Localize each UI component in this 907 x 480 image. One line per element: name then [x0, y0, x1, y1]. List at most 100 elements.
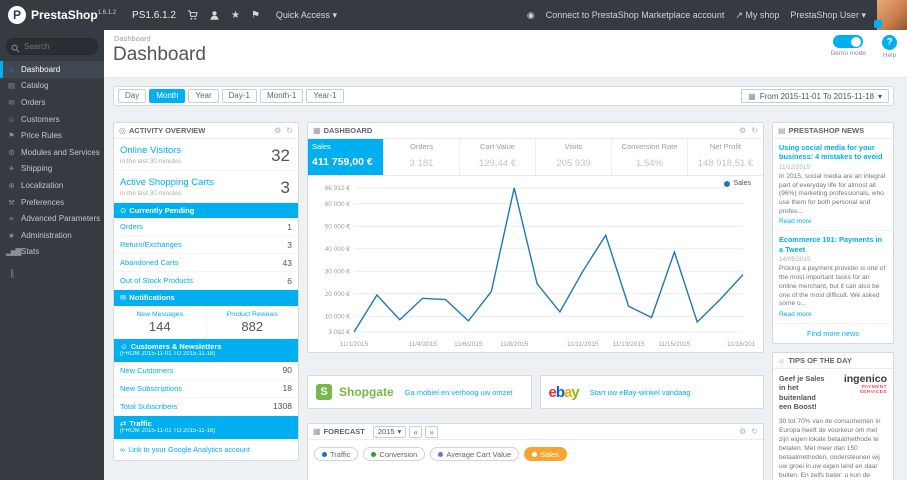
cart-icon[interactable] — [187, 9, 198, 21]
customers-row-total-subscribers: Total Subscribers 1308 — [114, 398, 298, 416]
average-cart-value-dot-icon — [438, 451, 444, 457]
quick-access-menu[interactable]: Quick Access ▾ — [276, 10, 337, 21]
read-more-link[interactable]: Read more — [779, 218, 887, 225]
tips-headline: Geef je Sales in het buitenland een Boos… — [779, 373, 825, 412]
demo-mode-toggle[interactable] — [833, 35, 864, 48]
ebay-link[interactable]: Start uw eBay-winkel vandaag — [590, 388, 691, 397]
kpi-cart-value[interactable]: Cart Value 129,44 € — [460, 139, 536, 175]
svg-text:10 000 €: 10 000 € — [325, 314, 351, 321]
filter-year-1-button[interactable]: Year-1 — [306, 89, 344, 103]
gear-icon[interactable]: ⚙ — [274, 126, 281, 135]
forecast-legend-sales[interactable]: Sales — [524, 447, 567, 461]
news-article-date: 11/12/2015 — [779, 163, 811, 171]
collapse-sidebar-button[interactable]: ∥ — [0, 260, 104, 287]
customers-icon: ☺ — [7, 114, 16, 124]
forecast-year-select[interactable]: 2015 ▾ — [372, 425, 407, 438]
user-menu[interactable]: PrestaShop User ▾ — [790, 10, 866, 21]
refresh-icon[interactable]: ↻ — [751, 126, 758, 135]
news-article: Ecommerce 101: Payments in a Tweet 14/05… — [773, 231, 893, 324]
chevron-down-icon: ▾ — [861, 9, 866, 20]
bullhorn-icon[interactable]: ⚑ — [251, 10, 260, 21]
sidebar-item-advanced-parameters[interactable]: ≡ Advanced Parameters — [0, 210, 104, 227]
sidebar-item-shipping[interactable]: ✈ Shipping — [0, 161, 104, 178]
filter-month-1-button[interactable]: Month-1 — [259, 89, 304, 103]
svg-text:50 000 €: 50 000 € — [325, 223, 351, 230]
google-analytics-link[interactable]: ∞ Link to your Google Analytics account — [114, 439, 298, 460]
forecast-legend-average-cart-value[interactable]: Average Cart Value — [430, 447, 520, 461]
connect-marketplace-link[interactable]: Connect to PrestaShop Marketplace accoun… — [546, 10, 725, 20]
page-title: Dashboard — [113, 44, 206, 65]
gear-icon[interactable]: ⚙ — [739, 126, 746, 135]
svg-text:11/18/2015: 11/18/2015 — [727, 341, 755, 348]
breadcrumb[interactable]: Dashboard — [114, 34, 151, 43]
sidebar-item-customers[interactable]: ☺ Customers — [0, 111, 104, 128]
kpi-sales[interactable]: Sales 411 759,00 € — [308, 139, 384, 175]
forecast-next-button[interactable]: » — [425, 425, 439, 438]
sidebar-item-preferences[interactable]: ⚒ Preferences — [0, 194, 104, 211]
shopgate-link[interactable]: Ga mobiel en verhoog uw omzet — [405, 388, 513, 397]
refresh-icon[interactable]: ↻ — [751, 427, 758, 436]
active-carts-link[interactable]: Active Shopping Carts — [120, 177, 292, 188]
advanced-parameters-icon: ≡ — [9, 214, 13, 224]
date-range-picker[interactable]: ▦ From 2015-11-01 To 2015-11-18 ▾ — [741, 89, 889, 103]
main-content: Dashboard Dashboard Demo mode ? Help Day… — [104, 30, 907, 480]
forecast-panel-title: FORECAST — [323, 427, 365, 436]
kpi-conversion-rate[interactable]: Conversion Rate 1.54% — [612, 139, 688, 175]
activity-icon: ◎ — [119, 126, 126, 135]
calendar-icon: ▦ — [748, 91, 756, 101]
forecast-grid-icon: ▦ — [313, 427, 321, 436]
price-rules-icon: ⚑ — [8, 131, 15, 141]
external-link-icon: ↗ — [735, 9, 743, 20]
kpi-visits[interactable]: Visits 205 939 — [536, 139, 612, 175]
sidebar-item-catalog[interactable]: ▤ Catalog — [0, 78, 104, 95]
shop-name[interactable]: PS1.6.1.2 — [132, 10, 176, 21]
sales-dot-icon — [532, 451, 538, 457]
filter-year-button[interactable]: Year — [188, 89, 219, 103]
find-more-news-link[interactable]: Find more news — [773, 324, 893, 343]
star-icon[interactable]: ★ — [231, 10, 240, 21]
online-visitors-link[interactable]: Online Visitors — [120, 145, 292, 156]
active-carts-value: 3 — [280, 178, 290, 197]
envelope-icon: ✉ — [120, 293, 127, 303]
my-shop-link[interactable]: ↗ My shop — [735, 10, 779, 21]
refresh-icon[interactable]: ↻ — [286, 126, 293, 135]
help-button[interactable]: ? — [882, 35, 897, 50]
catalog-icon: ▤ — [7, 81, 15, 91]
filter-day-button[interactable]: Day — [118, 89, 147, 103]
read-more-link[interactable]: Read more — [779, 311, 887, 318]
sidebar-item-dashboard[interactable]: ⌂ Dashboard — [0, 61, 104, 78]
chart-legend-sales[interactable]: Sales — [724, 180, 751, 187]
sidebar-item-modules-and-services[interactable]: ⚙ Modules and Services — [0, 144, 104, 161]
customer-icon[interactable] — [209, 10, 220, 21]
sidebar-item-stats[interactable]: ▂▅▇ Stats — [0, 244, 104, 261]
svg-text:11/15/2015: 11/15/2015 — [658, 341, 690, 348]
news-article-body: Picking a payment provider is one of the… — [779, 265, 886, 308]
marketplace-icon: ◉ — [526, 9, 535, 20]
avatar[interactable] — [874, 0, 907, 30]
sidebar-item-localization[interactable]: ⊕ Localization — [0, 177, 104, 194]
svg-text:11/8/2015: 11/8/2015 — [500, 341, 529, 348]
kpi-net-profit[interactable]: Net Profit 148 918,51 € — [688, 139, 763, 175]
shipping-icon: ✈ — [8, 164, 14, 174]
svg-text:11/13/2015: 11/13/2015 — [613, 341, 645, 348]
forecast-legend-conversion[interactable]: Conversion — [363, 447, 426, 461]
news-article-title-link[interactable]: Using social media for your business: 4 … — [779, 143, 887, 162]
forecast-prev-button[interactable]: « — [409, 425, 423, 438]
demo-mode-label: Demo mode — [830, 50, 866, 57]
notifications-header: ✉ Notifications — [114, 290, 298, 306]
sidebar-item-administration[interactable]: ★ Administration — [0, 227, 104, 244]
customers-newsletters-header: ☺ Customers & Newsletters (FROM 2015-11-01… — [114, 338, 298, 362]
sidebar-item-price-rules[interactable]: ⚑ Price Rules — [0, 127, 104, 144]
product-reviews-cell[interactable]: Product Reviews 882 — [205, 305, 299, 339]
sidebar-item-orders[interactable]: ✉ Orders — [0, 94, 104, 111]
new-messages-cell[interactable]: New Messages 144 — [114, 306, 206, 339]
gear-icon[interactable]: ⚙ — [739, 427, 746, 436]
filter-month-button[interactable]: Month — [149, 89, 186, 103]
filter-day-1-button[interactable]: Day-1 — [221, 89, 257, 103]
conversion-dot-icon — [371, 451, 377, 457]
news-panel-title: PRESTASHOP NEWS — [788, 126, 865, 135]
news-article-title-link[interactable]: Ecommerce 101: Payments in a Tweet — [779, 235, 887, 254]
kpi-orders[interactable]: Orders 3 181 — [384, 139, 460, 175]
clock-icon: ⊙ — [120, 206, 127, 215]
forecast-legend-traffic[interactable]: Traffic — [314, 447, 359, 461]
